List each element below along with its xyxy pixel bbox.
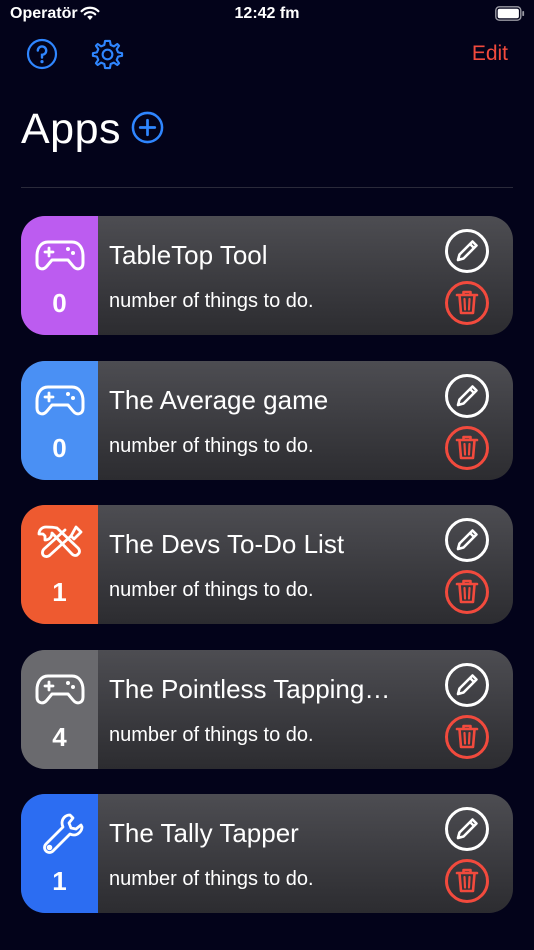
app-card-color-panel: 0 xyxy=(21,361,98,480)
page-title: Apps xyxy=(21,105,122,153)
trash-icon[interactable] xyxy=(444,280,490,326)
gear-icon[interactable] xyxy=(91,38,124,71)
tools-icon xyxy=(37,525,83,558)
gamepad-icon xyxy=(35,674,85,705)
app-card-color-panel: 0 xyxy=(21,216,98,335)
app-subtitle: number of things to do. xyxy=(109,579,314,601)
app-subtitle: number of things to do. xyxy=(109,290,314,312)
battery-icon xyxy=(495,6,525,21)
app-title: The Pointless Tapping… xyxy=(109,674,391,704)
page-header: Apps xyxy=(21,105,164,159)
navigation-bar: Edit xyxy=(0,38,534,74)
header-divider xyxy=(21,187,513,188)
app-card-color-panel: 4 xyxy=(21,650,98,769)
add-icon[interactable] xyxy=(131,111,164,144)
trash-icon[interactable] xyxy=(444,714,490,760)
todo-count: 0 xyxy=(52,433,67,463)
edit-button[interactable]: Edit xyxy=(472,42,508,66)
app-card-color-panel: 1 xyxy=(21,794,98,913)
app-card[interactable]: 1 The Tally Tapper number of things to d… xyxy=(21,794,513,913)
pencil-icon[interactable] xyxy=(444,228,490,274)
trash-icon[interactable] xyxy=(444,425,490,471)
app-subtitle: number of things to do. xyxy=(109,724,314,746)
app-card[interactable]: 4 The Pointless Tapping… number of thing… xyxy=(21,650,513,769)
todo-count: 1 xyxy=(52,577,67,607)
status-bar: Operatör 12:42 fm xyxy=(0,0,534,30)
app-subtitle: number of things to do. xyxy=(109,435,314,457)
app-card[interactable]: 0 The Average game number of things to d… xyxy=(21,361,513,480)
trash-icon[interactable] xyxy=(444,569,490,615)
help-icon[interactable] xyxy=(26,38,58,70)
todo-count: 0 xyxy=(52,288,67,318)
pencil-icon[interactable] xyxy=(444,806,490,852)
app-card[interactable]: 1 The Devs To-Do List number of things t… xyxy=(21,505,513,624)
todo-count: 4 xyxy=(52,722,67,752)
app-title: TableTop Tool xyxy=(109,240,268,270)
app-card[interactable]: 0 TableTop Tool number of things to do. xyxy=(21,216,513,335)
app-subtitle: number of things to do. xyxy=(109,868,314,890)
pencil-icon[interactable] xyxy=(444,517,490,563)
app-card-color-panel: 1 xyxy=(21,505,98,624)
status-time: 12:42 fm xyxy=(234,5,300,22)
app-title: The Devs To-Do List xyxy=(109,529,345,559)
pencil-icon[interactable] xyxy=(444,373,490,419)
gamepad-icon xyxy=(35,385,85,416)
app-title: The Average game xyxy=(109,385,329,415)
wrench-icon xyxy=(43,813,84,854)
pencil-icon[interactable] xyxy=(444,662,490,708)
todo-count: 1 xyxy=(52,866,67,896)
app-title: The Tally Tapper xyxy=(109,818,299,848)
gamepad-icon xyxy=(35,240,85,271)
trash-icon[interactable] xyxy=(444,858,490,904)
